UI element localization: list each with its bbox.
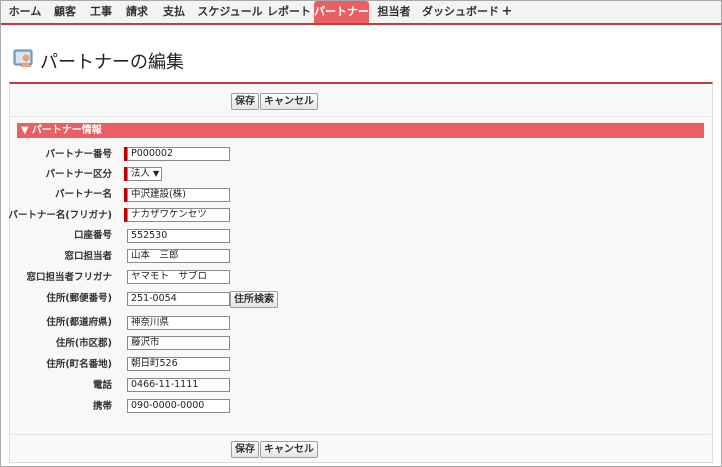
contact-field[interactable]: 山本 三郎 xyxy=(127,249,230,263)
partner-type-value: 法人 xyxy=(131,168,151,179)
cancel-button-bottom[interactable]: キャンセル xyxy=(260,441,318,458)
label-mobile: 携帯 xyxy=(92,401,112,412)
tab-schedule[interactable]: スケジュール xyxy=(197,1,263,23)
tab-reports[interactable]: レポート xyxy=(267,1,311,23)
label-phone: 電話 xyxy=(92,380,112,391)
partner-icon xyxy=(13,49,33,67)
street-field[interactable]: 朝日町526 xyxy=(127,357,230,371)
label-partner-type: パートナー区分 xyxy=(45,169,112,180)
edit-panel xyxy=(9,82,713,463)
label-prefecture: 住所(都道府県) xyxy=(46,317,112,328)
postal-code-field[interactable]: 251-0054 xyxy=(127,292,230,306)
tab-staff[interactable]: 担当者 xyxy=(376,1,412,23)
cancel-button[interactable]: キャンセル xyxy=(260,93,318,110)
page-title: パートナーの編集 xyxy=(40,52,184,73)
tab-construction[interactable]: 工事 xyxy=(87,1,115,23)
bottom-button-bar xyxy=(9,434,711,461)
city-field[interactable]: 藤沢市 xyxy=(127,336,230,350)
top-nav: ホーム 顧客 工事 請求 支払 スケジュール レポート パートナー 担当者 ダッ… xyxy=(1,1,721,25)
tab-dashboard[interactable]: ダッシュボード xyxy=(422,1,499,23)
save-button-bottom[interactable]: 保存 xyxy=(231,441,259,458)
section-header-partner-info[interactable]: ▼ パートナー情報 xyxy=(17,123,704,138)
label-street: 住所(町名番地) xyxy=(46,359,112,370)
label-partner-name: パートナー名 xyxy=(54,189,112,200)
tab-customers[interactable]: 顧客 xyxy=(51,1,79,23)
partner-no-field[interactable]: P000002 xyxy=(127,147,230,161)
section-title: パートナー情報 xyxy=(31,125,102,136)
phone-field[interactable]: 0466-11-1111 xyxy=(127,378,230,392)
tab-partners[interactable]: パートナー xyxy=(314,1,369,23)
prefecture-field[interactable]: 神奈川県 xyxy=(127,316,230,330)
label-partner-no: パートナー番号 xyxy=(45,149,112,160)
label-city: 住所(市区郡) xyxy=(55,338,112,349)
label-account-no: 口座番号 xyxy=(73,230,112,241)
chevron-down-icon: ▼ xyxy=(153,169,160,178)
partner-kana-field[interactable]: ナカザワケンセツ xyxy=(127,208,230,222)
collapse-triangle-icon[interactable]: ▼ xyxy=(21,125,29,136)
tab-home[interactable]: ホーム xyxy=(7,1,43,23)
save-button[interactable]: 保存 xyxy=(231,93,259,110)
tab-billing[interactable]: 請求 xyxy=(123,1,151,23)
partner-name-field[interactable]: 中沢建設(株) xyxy=(127,188,230,202)
mobile-field[interactable]: 090-0000-0000 xyxy=(127,399,230,413)
label-contact-kana: 窓口担当者フリガナ xyxy=(26,272,112,283)
top-button-bar xyxy=(9,84,711,117)
partner-type-select[interactable]: 法人 ▼ xyxy=(127,167,163,181)
label-partner-kana: パートナー名(フリガナ) xyxy=(8,210,112,221)
add-tab-icon[interactable]: + xyxy=(499,1,515,23)
account-no-field[interactable]: 552530 xyxy=(127,229,230,243)
tab-payments[interactable]: 支払 xyxy=(160,1,188,23)
label-postal: 住所(郵便番号) xyxy=(46,293,112,304)
label-contact: 窓口担当者 xyxy=(64,251,112,262)
address-search-button[interactable]: 住所検索 xyxy=(230,291,278,308)
contact-kana-field[interactable]: ヤマモト サブロ xyxy=(127,270,230,284)
